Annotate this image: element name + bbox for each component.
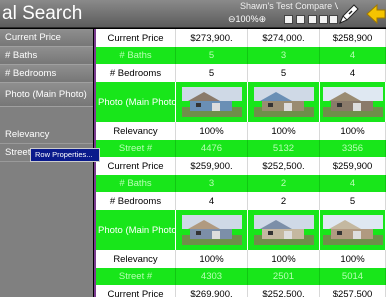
sidebar-item-current-price[interactable]: Current Price (0, 29, 93, 47)
sidebar-item-label: Current Price (5, 32, 61, 43)
title-bar: al Search Shawn's Test Compare Vie ⊖100%… (0, 0, 386, 28)
listing-photo (176, 210, 248, 250)
row-value: 5 (176, 64, 248, 82)
sidebar-item-label: # Bedrooms (5, 68, 57, 79)
page-title: al Search (2, 3, 83, 24)
table-row[interactable]: Current Price $269,900. $252,500. $257,500 (96, 285, 386, 297)
row-label: Current Price (96, 285, 176, 297)
zoom-out-icon[interactable]: ⊖ (228, 14, 236, 24)
house-photo-image (322, 215, 383, 245)
view-name: Shawn's Test Compare Vie (240, 1, 338, 11)
row-value: 2 (248, 192, 320, 210)
house-photo-image (322, 87, 383, 117)
row-value: $252,500. (248, 157, 320, 175)
sidebar-item-label: Relevancy (5, 129, 50, 140)
row-value: $252,500. (248, 285, 320, 297)
row-value: 4 (320, 175, 386, 192)
row-value: 5 (176, 47, 248, 64)
row-value: 100% (320, 122, 386, 140)
table-row[interactable]: # Bedrooms 5 5 4 (96, 64, 386, 82)
table-row[interactable]: Street #4303 2501 5014 (96, 268, 386, 285)
row-value: 100% (176, 122, 248, 140)
row-value: 100% (320, 250, 386, 268)
sidebar-item-baths[interactable]: # Baths (0, 47, 93, 65)
sidebar-item-bedrooms[interactable]: # Bedrooms (0, 65, 93, 83)
table-row[interactable]: Relevancy 100% 100% 100% (96, 122, 386, 140)
listing-photo (320, 210, 386, 250)
row-value: $259,900 (320, 157, 386, 175)
row-label: # Bedrooms (96, 64, 176, 82)
row-value: 3 (248, 47, 320, 64)
zoom-level: 100% (235, 14, 259, 24)
zoom-control[interactable]: ⊖100%⊕ (228, 14, 266, 25)
row-value: 100% (248, 122, 320, 140)
table-row[interactable]: Relevancy 100% 100% 100% (96, 250, 386, 268)
row-label: Photo (Main Photo) (96, 210, 176, 250)
row-value: 4 (320, 47, 386, 64)
row-value: 100% (248, 250, 320, 268)
context-menu-item-row-properties[interactable]: Row Properties... (30, 148, 100, 162)
listing-photo (248, 210, 320, 250)
row-value: $258,900 (320, 29, 386, 47)
table-row[interactable]: Current Price $259,900. $252,500. $259,900 (96, 157, 386, 175)
row-value: 5014 (320, 268, 386, 285)
sidebar-item-label: # Baths (5, 50, 38, 61)
table-row[interactable]: Street #4476 5132 3356 (96, 140, 386, 157)
row-label: Street # (96, 140, 176, 157)
sidebar-item-label: Photo (Main Photo) (5, 89, 87, 100)
pen-icon[interactable] (337, 2, 361, 26)
zoom-in-icon[interactable]: ⊕ (259, 14, 267, 24)
print-icon[interactable] (296, 15, 305, 24)
table-row[interactable]: Photo (Main Photo) (96, 82, 386, 122)
listing-photo (320, 82, 386, 122)
back-arrow-icon[interactable] (365, 3, 386, 25)
row-value: 5132 (248, 140, 320, 157)
email-icon[interactable] (308, 15, 317, 24)
comparison-grid[interactable]: Current Price $273,900. $274,000. $258,900 #… (94, 29, 386, 297)
trash-icon[interactable] (319, 15, 328, 24)
listing-photo (176, 82, 248, 122)
row-label: Current Price (96, 157, 176, 175)
house-photo-image (181, 215, 242, 245)
row-value: 4476 (176, 140, 248, 157)
row-label: Relevancy (96, 122, 176, 140)
house-photo-image (253, 215, 314, 245)
table-row[interactable]: # Baths 5 3 4 (96, 47, 386, 64)
row-value: $269,900. (176, 285, 248, 297)
house-photo-image (181, 87, 242, 117)
sidebar-item-relevancy[interactable]: Relevancy (0, 126, 93, 144)
row-value: $259,900. (176, 157, 248, 175)
row-value: 5 (248, 64, 320, 82)
row-value: $257,500 (320, 285, 386, 297)
sidebar-item-photo[interactable]: Photo (Main Photo) (0, 83, 93, 107)
sidebar-spacer (0, 107, 93, 126)
field-sidebar: Current Price # Baths # Bedrooms Photo (… (0, 29, 93, 297)
save-icon[interactable] (284, 15, 293, 24)
table-row[interactable]: Photo (Main Photo) (96, 210, 386, 250)
row-label: # Baths (96, 175, 176, 192)
row-value: 4 (176, 192, 248, 210)
row-label: Current Price (96, 29, 176, 47)
row-value: 4 (320, 64, 386, 82)
table-row[interactable]: Current Price $273,900. $274,000. $258,900 (96, 29, 386, 47)
row-value: $274,000. (248, 29, 320, 47)
table-row[interactable]: # Baths 3 2 4 (96, 175, 386, 192)
row-label: Street # (96, 268, 176, 285)
row-label: # Bedrooms (96, 192, 176, 210)
table-row[interactable]: # Bedrooms 4 2 5 (96, 192, 386, 210)
row-value: 4303 (176, 268, 248, 285)
row-label: Photo (Main Photo) (96, 82, 176, 122)
row-label: # Baths (96, 47, 176, 64)
row-value: 2501 (248, 268, 320, 285)
row-value: $273,900. (176, 29, 248, 47)
house-photo-image (253, 87, 314, 117)
row-label: Relevancy (96, 250, 176, 268)
row-value: 3 (176, 175, 248, 192)
row-value: 2 (248, 175, 320, 192)
row-value: 5 (320, 192, 386, 210)
listing-photo (248, 82, 320, 122)
row-value: 3356 (320, 140, 386, 157)
row-value: 100% (176, 250, 248, 268)
